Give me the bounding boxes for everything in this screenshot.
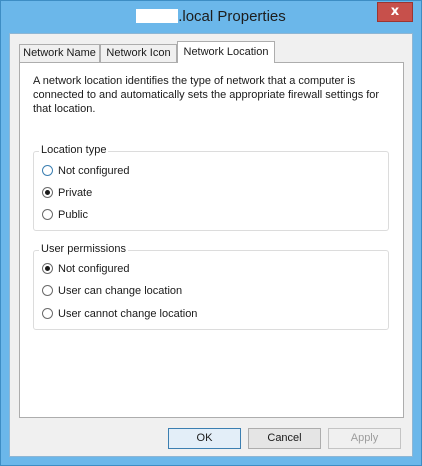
radio-label: Private: [58, 187, 93, 199]
radio-unselected-icon: [42, 285, 53, 296]
description-line: that location.: [33, 103, 96, 115]
radio-label: Public: [58, 209, 88, 221]
title-bar[interactable]: .local Properties x: [1, 1, 421, 35]
dialog-client-area: Network Name Network Icon Network Locati…: [9, 33, 413, 457]
radio-label: Not configured: [58, 263, 130, 275]
radio-label: User cannot change location: [58, 308, 198, 320]
user-permissions-label: User permissions: [39, 243, 128, 255]
properties-dialog: .local Properties x Network Name Network…: [0, 0, 422, 466]
radio-selected-icon: [42, 263, 53, 274]
description-line: connected to and automatically sets the …: [33, 89, 380, 101]
tab-network-icon[interactable]: Network Icon: [100, 44, 177, 62]
radio-dot: [45, 190, 50, 195]
close-button[interactable]: x: [377, 2, 413, 22]
radio-unselected-icon: [42, 209, 53, 220]
window-title-text: .local Properties: [178, 8, 286, 25]
tab-network-location[interactable]: Network Location: [177, 41, 275, 63]
network-location-panel: A network location identifies the type o…: [19, 62, 404, 418]
radio-unselected-icon: [42, 308, 53, 319]
ok-button[interactable]: OK: [168, 428, 241, 449]
apply-button[interactable]: Apply: [328, 428, 401, 449]
location-type-label: Location type: [39, 144, 109, 156]
radio-unselected-icon: [42, 165, 53, 176]
tab-network-name[interactable]: Network Name: [19, 44, 100, 62]
user-permissions-group: User permissions Not configured User can…: [33, 243, 389, 330]
description-line: A network location identifies the type o…: [33, 75, 356, 87]
close-icon: x: [390, 4, 400, 19]
description-text: A network location identifies the type o…: [33, 74, 393, 116]
window-title: .local Properties: [1, 8, 421, 25]
cancel-button[interactable]: Cancel: [248, 428, 321, 449]
location-type-group: Location type Not configured Private Pub…: [33, 144, 389, 231]
redacted-hostname: [136, 9, 179, 23]
radio-label: Not configured: [58, 165, 130, 177]
radio-dot: [45, 266, 50, 271]
radio-label: User can change location: [58, 285, 183, 297]
radio-selected-icon: [42, 187, 53, 198]
